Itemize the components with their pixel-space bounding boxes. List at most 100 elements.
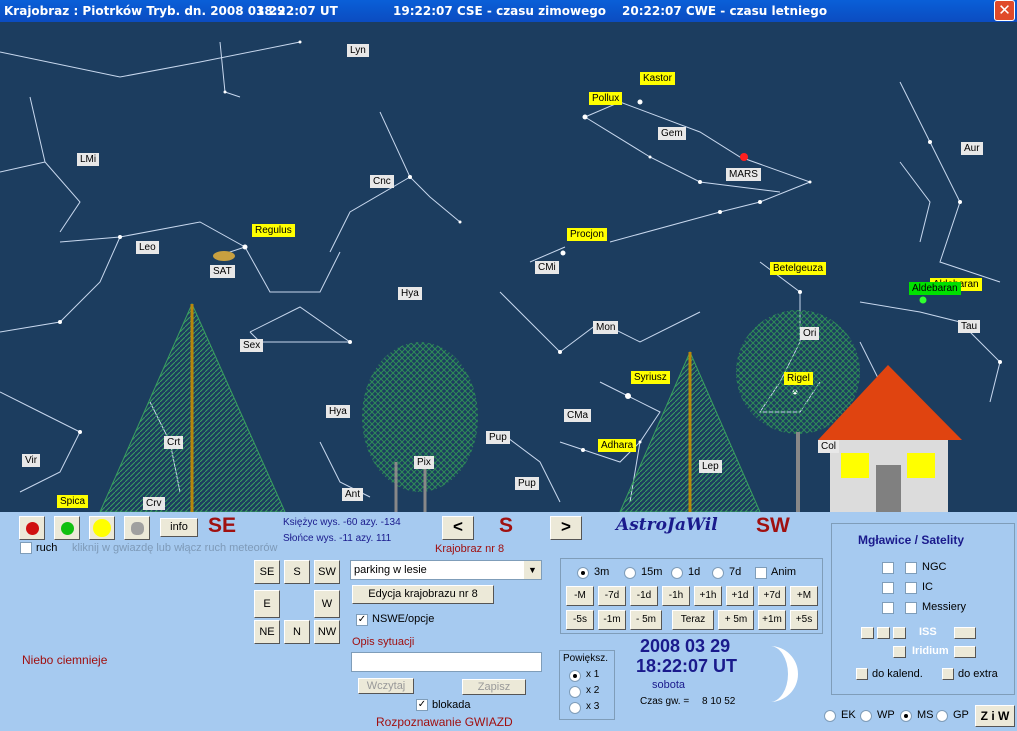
star-label[interactable]: Procjon (567, 228, 607, 241)
planet-label[interactable]: MARS (726, 168, 761, 181)
sun-button[interactable] (89, 516, 115, 540)
star-label[interactable]: Regulus (252, 224, 295, 237)
step-1d-radio[interactable] (671, 567, 683, 579)
moon-button[interactable] (124, 516, 150, 540)
zoom-x3-radio[interactable] (569, 702, 581, 714)
time-minus-1h-button[interactable]: -1h (662, 586, 690, 606)
constellation-label[interactable]: Ori (800, 327, 820, 340)
star-label[interactable]: Kastor (640, 72, 675, 85)
constellation-label[interactable]: Crt (164, 436, 184, 449)
iss-toggle-2[interactable] (877, 627, 890, 639)
edit-landscape-button[interactable]: Edycja krajobrazu nr 8 (352, 585, 494, 604)
ngc-checkbox-a[interactable] (882, 562, 894, 574)
time-plus-1h-button[interactable]: +1h (694, 586, 722, 606)
constellation-label[interactable]: Gem (658, 127, 686, 140)
dir-n-button[interactable]: N (284, 620, 310, 644)
iss-toggle-1[interactable] (861, 627, 874, 639)
prev-landscape-button[interactable]: < (442, 516, 474, 540)
constellation-label[interactable]: CMa (564, 409, 592, 422)
constellation-label[interactable]: Crv (143, 497, 165, 510)
do-extra-button[interactable] (942, 668, 954, 680)
wczytaj-button[interactable]: Wczytaj (358, 678, 414, 694)
time-minus-1d-button[interactable]: -1d (630, 586, 658, 606)
iss-toggle-3[interactable] (893, 627, 906, 639)
iridium-button[interactable] (954, 646, 976, 658)
messier-checkbox[interactable] (905, 602, 917, 614)
sky-view[interactable]: Lyn LMi Cnc Gem Aur Leo CMi Hya Mon Sex … (0, 22, 1017, 512)
constellation-label[interactable]: Sex (240, 339, 264, 352)
star-label[interactable]: Adhara (598, 439, 637, 452)
time-minus-5m-button[interactable]: - 5m (630, 610, 662, 630)
chevron-down-icon[interactable]: ▼ (524, 561, 541, 579)
constellation-label[interactable]: Aur (961, 142, 983, 155)
zapisz-button[interactable]: Zapisz (462, 679, 526, 695)
constellation-label[interactable]: Pup (515, 477, 539, 490)
star-label-highlighted[interactable]: Aldebaran (909, 282, 961, 295)
ic-checkbox-a[interactable] (882, 582, 894, 594)
landscape-select[interactable]: parking w lesie ▼ (350, 560, 542, 580)
zoom-x1-radio[interactable] (569, 670, 581, 682)
constellation-label[interactable]: CMi (535, 261, 559, 274)
constellation-label[interactable]: Pix (414, 456, 434, 469)
time-plus-1m-button[interactable]: +1m (758, 610, 786, 630)
anim-checkbox[interactable] (755, 567, 767, 579)
constellation-label[interactable]: Hya (398, 287, 422, 300)
time-plus-5s-button[interactable]: +5s (790, 610, 818, 630)
time-minus-5s-button[interactable]: -5s (566, 610, 594, 630)
close-button[interactable]: ✕ (994, 0, 1015, 21)
ngc-checkbox[interactable] (905, 562, 917, 574)
opis-input[interactable] (351, 652, 542, 672)
iridium-toggle[interactable] (893, 646, 906, 658)
constellation-label[interactable]: Cnc (370, 175, 394, 188)
zoom-x2-radio[interactable] (569, 686, 581, 698)
time-now-button[interactable]: Teraz (672, 610, 714, 630)
dir-w-button[interactable]: W (314, 590, 340, 618)
time-plus-1d-button[interactable]: +1d (726, 586, 754, 606)
mode-ms-radio[interactable] (900, 710, 912, 722)
saturn-marker[interactable] (213, 251, 235, 261)
mars-marker[interactable] (740, 153, 748, 161)
ic-checkbox[interactable] (905, 582, 917, 594)
aldebaran-marker[interactable] (919, 296, 927, 304)
constellation-label[interactable]: Leo (136, 241, 159, 254)
dir-e-button[interactable]: E (254, 590, 280, 618)
star-label[interactable]: Syriusz (631, 371, 670, 384)
messier-checkbox-a[interactable] (882, 602, 894, 614)
time-minus-month-button[interactable]: -M (566, 586, 594, 606)
step-3m-radio[interactable] (577, 567, 589, 579)
ruch-checkbox[interactable] (20, 542, 32, 554)
time-plus-5m-button[interactable]: + 5m (718, 610, 754, 630)
time-minus-7d-button[interactable]: -7d (598, 586, 626, 606)
time-plus-month-button[interactable]: +M (790, 586, 818, 606)
record-button[interactable] (19, 516, 45, 540)
dir-sw-button[interactable]: SW (314, 560, 340, 584)
time-plus-7d-button[interactable]: +7d (758, 586, 786, 606)
mode-gp-radio[interactable] (936, 710, 948, 722)
star-label[interactable]: Pollux (589, 92, 623, 105)
constellation-label[interactable]: Pup (486, 431, 510, 444)
dir-se-button[interactable]: SE (254, 560, 280, 584)
nswe-checkbox[interactable]: ✓ (356, 614, 368, 626)
step-15m-radio[interactable] (624, 567, 636, 579)
constellation-label[interactable]: Vir (22, 454, 41, 467)
star-label[interactable]: Betelgeuza (770, 262, 827, 275)
iss-button[interactable] (954, 627, 976, 639)
constellation-label[interactable]: Mon (593, 321, 619, 334)
constellation-label[interactable]: Hya (326, 405, 350, 418)
dir-ne-button[interactable]: NE (254, 620, 280, 644)
blokada-checkbox[interactable]: ✓ (416, 699, 428, 711)
constellation-label[interactable]: Lep (699, 460, 722, 473)
dir-s-button[interactable]: S (284, 560, 310, 584)
constellation-label[interactable]: Lyn (347, 44, 369, 57)
mode-ek-radio[interactable] (824, 710, 836, 722)
constellation-label[interactable]: Ant (342, 488, 364, 501)
satellite-label[interactable]: SAT (210, 265, 235, 278)
mode-wp-radio[interactable] (860, 710, 872, 722)
constellation-label[interactable]: Col (818, 440, 840, 453)
next-landscape-button[interactable]: > (550, 516, 582, 540)
info-button[interactable]: info (160, 518, 198, 537)
star-label[interactable]: Rigel (784, 372, 813, 385)
do-kalend-button[interactable] (856, 668, 868, 680)
constellation-label[interactable]: Tau (958, 320, 981, 333)
constellation-label[interactable]: LMi (77, 153, 100, 166)
